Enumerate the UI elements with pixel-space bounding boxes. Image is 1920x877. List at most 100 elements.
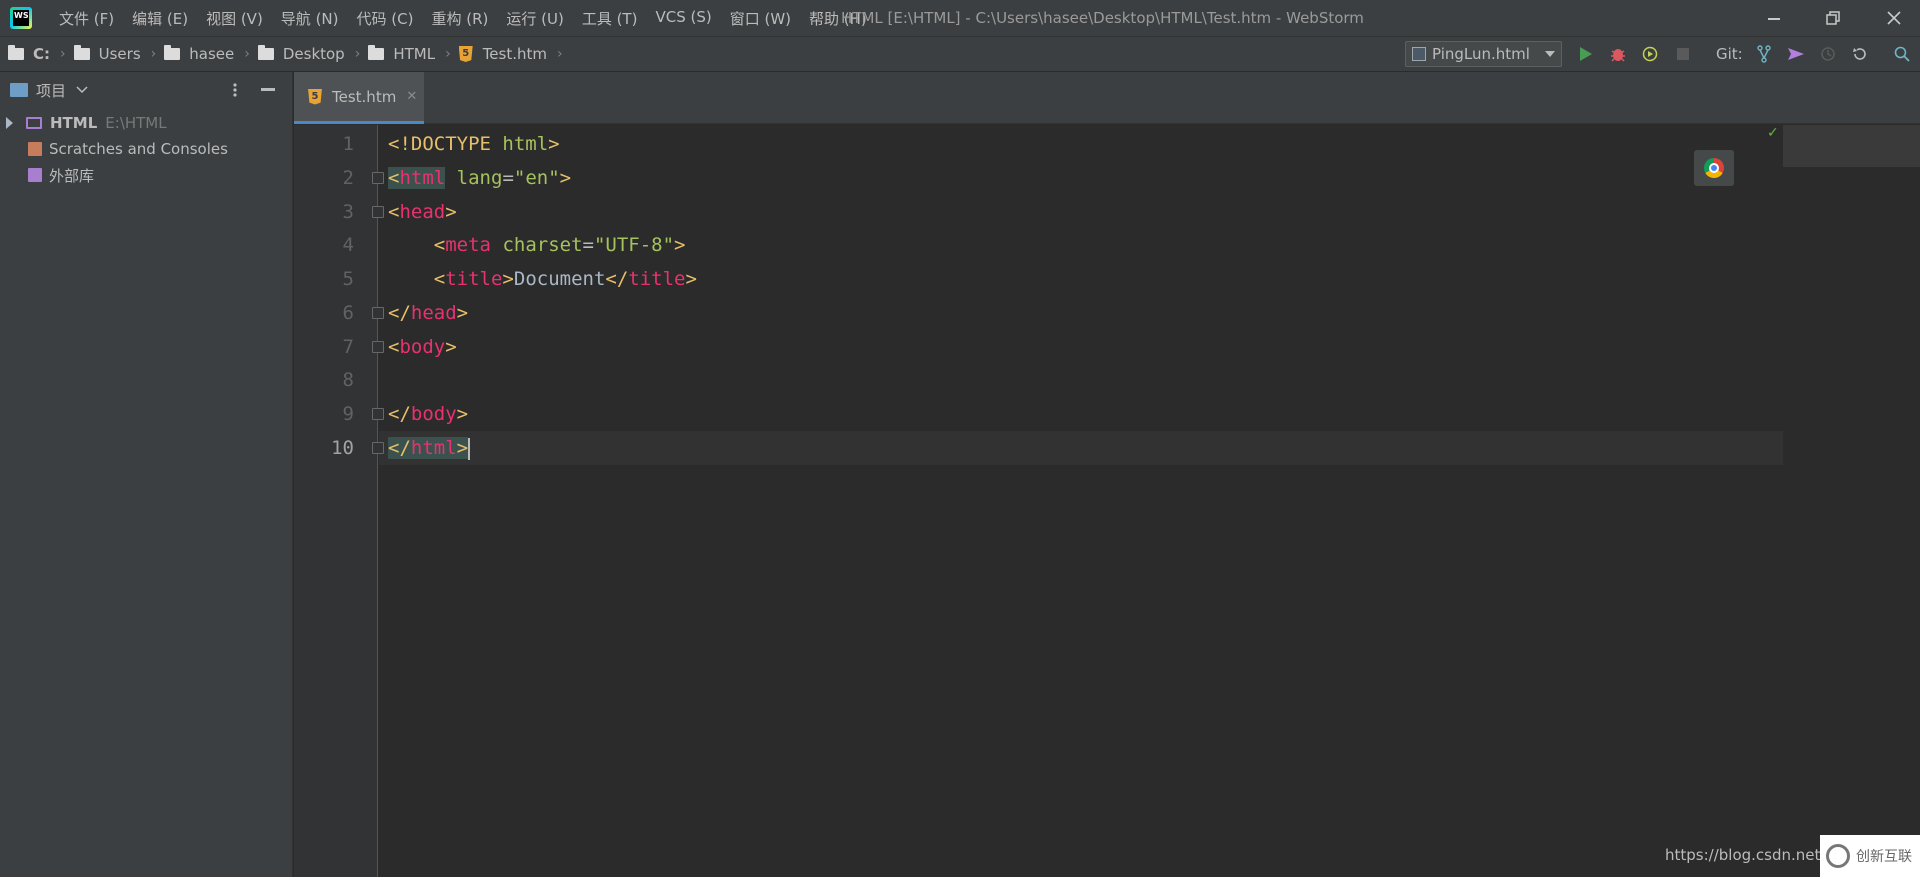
code-line[interactable]: </body> bbox=[388, 397, 468, 431]
chevron-right-icon: › bbox=[60, 46, 66, 62]
line-number: 9 bbox=[342, 403, 354, 425]
menu-code[interactable]: 代码 (C) bbox=[348, 8, 423, 29]
chevron-right-icon: › bbox=[557, 46, 563, 62]
line-number: 8 bbox=[342, 369, 354, 391]
project-view-selector[interactable]: 项目 bbox=[36, 80, 66, 101]
tree-item-path: E:\HTML bbox=[105, 114, 167, 132]
menu-edit[interactable]: 编辑 (E) bbox=[123, 8, 197, 29]
watermark-logo: 创新互联 bbox=[1820, 835, 1920, 877]
git-label: Git: bbox=[1716, 45, 1743, 63]
fold-marker-icon[interactable] bbox=[372, 341, 384, 353]
code-line[interactable]: <body> bbox=[388, 330, 457, 364]
breadcrumb-label: Test.htm bbox=[482, 45, 547, 63]
tree-item-label: Scratches and Consoles bbox=[49, 140, 228, 158]
push-arrow-icon bbox=[1788, 48, 1804, 60]
code-line[interactable]: <meta charset="UTF-8"> bbox=[388, 228, 686, 262]
logo-text: WS bbox=[13, 10, 29, 26]
fold-marker-icon[interactable] bbox=[372, 206, 384, 218]
minimize-button[interactable] bbox=[1748, 0, 1800, 36]
menu-vcs[interactable]: VCS (S) bbox=[646, 8, 720, 29]
breadcrumb-html[interactable]: HTML › bbox=[368, 45, 451, 63]
run-configuration-dropdown[interactable]: PingLun.html bbox=[1405, 41, 1562, 67]
code-line[interactable]: </head> bbox=[388, 296, 468, 330]
chevron-right-icon: › bbox=[150, 46, 157, 62]
project-icon bbox=[10, 83, 28, 97]
line-number-current: 10 bbox=[331, 437, 354, 459]
run-button[interactable] bbox=[1576, 44, 1596, 64]
breadcrumb-label: hasee bbox=[189, 45, 235, 63]
rollback-icon bbox=[1853, 48, 1866, 60]
run-config-label: PingLun.html bbox=[1432, 45, 1530, 63]
line-number: 3 bbox=[342, 201, 354, 223]
breadcrumb-users[interactable]: Users › bbox=[73, 45, 157, 63]
search-everywhere-button[interactable] bbox=[1892, 44, 1912, 64]
expand-arrow-icon[interactable] bbox=[6, 117, 13, 129]
breadcrumb-test-htm[interactable]: 5 Test.htm › bbox=[458, 45, 563, 63]
menu-run[interactable]: 运行 (U) bbox=[497, 8, 572, 29]
line-number: 2 bbox=[342, 167, 354, 189]
line-number: 5 bbox=[342, 268, 354, 290]
menu-window[interactable]: 窗口 (W) bbox=[721, 8, 800, 29]
menu-file[interactable]: 文件 (F) bbox=[50, 8, 123, 29]
tree-item-scratches[interactable]: Scratches and Consoles bbox=[0, 136, 292, 162]
debug-button[interactable] bbox=[1608, 44, 1628, 64]
menu-navigate[interactable]: 导航 (N) bbox=[272, 8, 348, 29]
current-line-highlight bbox=[379, 431, 1783, 465]
watermark-url: https://blog.csdn.net/q bbox=[1665, 846, 1835, 864]
watermark-logo-text: 创新互联 bbox=[1856, 849, 1912, 865]
tree-item-label: 外部库 bbox=[49, 166, 95, 185]
code-line[interactable] bbox=[388, 363, 399, 397]
close-icon bbox=[1887, 11, 1901, 25]
title-bar: WS 文件 (F) 编辑 (E) 视图 (V) 导航 (N) 代码 (C) 重构… bbox=[0, 0, 1920, 36]
fold-marker-icon[interactable] bbox=[372, 408, 384, 420]
minimize-icon bbox=[1768, 18, 1780, 20]
tree-item-external-libraries[interactable]: 外部库 bbox=[0, 162, 292, 188]
tree-item-label: HTML bbox=[50, 114, 98, 132]
restore-button[interactable] bbox=[1807, 0, 1859, 36]
fold-marker-icon[interactable] bbox=[372, 172, 384, 184]
search-icon bbox=[1894, 46, 1910, 62]
project-panel: 项目 HTML E:\HTML Scratches and Consoles 外… bbox=[0, 72, 293, 877]
webstorm-logo-icon[interactable]: WS bbox=[10, 7, 32, 29]
git-history-button[interactable] bbox=[1818, 44, 1838, 64]
tab-label: Test.htm bbox=[332, 87, 397, 106]
git-push-button[interactable] bbox=[1786, 44, 1806, 64]
inspection-ok-icon[interactable]: ✓ bbox=[1767, 125, 1779, 141]
breadcrumb-label: Desktop bbox=[282, 45, 345, 63]
menu-tools[interactable]: 工具 (T) bbox=[573, 8, 647, 29]
breadcrumb-c-drive[interactable]: C: › bbox=[8, 45, 66, 63]
hide-panel-icon[interactable] bbox=[261, 88, 276, 92]
scratches-icon bbox=[28, 142, 42, 156]
code-line[interactable]: <head> bbox=[388, 195, 457, 229]
breadcrumb-desktop[interactable]: Desktop › bbox=[257, 45, 360, 63]
git-update-button[interactable] bbox=[1754, 44, 1774, 64]
code-line[interactable]: <!DOCTYPE html> bbox=[388, 127, 560, 161]
main-menu: 文件 (F) 编辑 (E) 视图 (V) 导航 (N) 代码 (C) 重构 (R… bbox=[50, 8, 876, 29]
git-rollback-button[interactable] bbox=[1850, 44, 1870, 64]
run-with-coverage-button[interactable] bbox=[1640, 44, 1660, 64]
watermark-logo-icon bbox=[1826, 844, 1850, 868]
code-line-current[interactable]: </html> bbox=[388, 431, 471, 465]
options-menu-icon[interactable] bbox=[233, 82, 237, 98]
code-line[interactable]: <title>Document</title> bbox=[388, 262, 697, 296]
menu-view[interactable]: 视图 (V) bbox=[197, 8, 272, 29]
navigation-bar: C: › Users › hasee › Desktop › HTML › 5 Test.h… bbox=[0, 36, 1920, 72]
window-title: HTML [E:\HTML] - C:\Users\hasee\Desktop\… bbox=[841, 9, 1364, 27]
menu-refactor[interactable]: 重构 (R) bbox=[422, 8, 497, 29]
code-minimap[interactable] bbox=[1783, 125, 1920, 167]
fold-marker-icon[interactable] bbox=[372, 307, 384, 319]
git-branch-icon bbox=[1757, 45, 1771, 63]
code-line[interactable]: <html lang="en"> bbox=[388, 161, 571, 195]
tree-item-html-project[interactable]: HTML E:\HTML bbox=[0, 110, 292, 136]
fold-marker-icon[interactable] bbox=[372, 442, 384, 454]
breadcrumb-hasee[interactable]: hasee › bbox=[164, 45, 250, 63]
close-tab-icon[interactable]: ✕ bbox=[406, 89, 417, 104]
open-in-browser-button[interactable] bbox=[1694, 150, 1734, 186]
close-window-button[interactable] bbox=[1868, 0, 1920, 36]
coverage-icon bbox=[1642, 46, 1658, 62]
chevron-down-icon[interactable] bbox=[76, 86, 88, 94]
stop-button[interactable] bbox=[1673, 44, 1693, 64]
history-icon bbox=[1821, 47, 1835, 61]
project-folder-icon bbox=[26, 117, 42, 129]
tab-test-htm[interactable]: 5 Test.htm ✕ bbox=[294, 72, 424, 124]
